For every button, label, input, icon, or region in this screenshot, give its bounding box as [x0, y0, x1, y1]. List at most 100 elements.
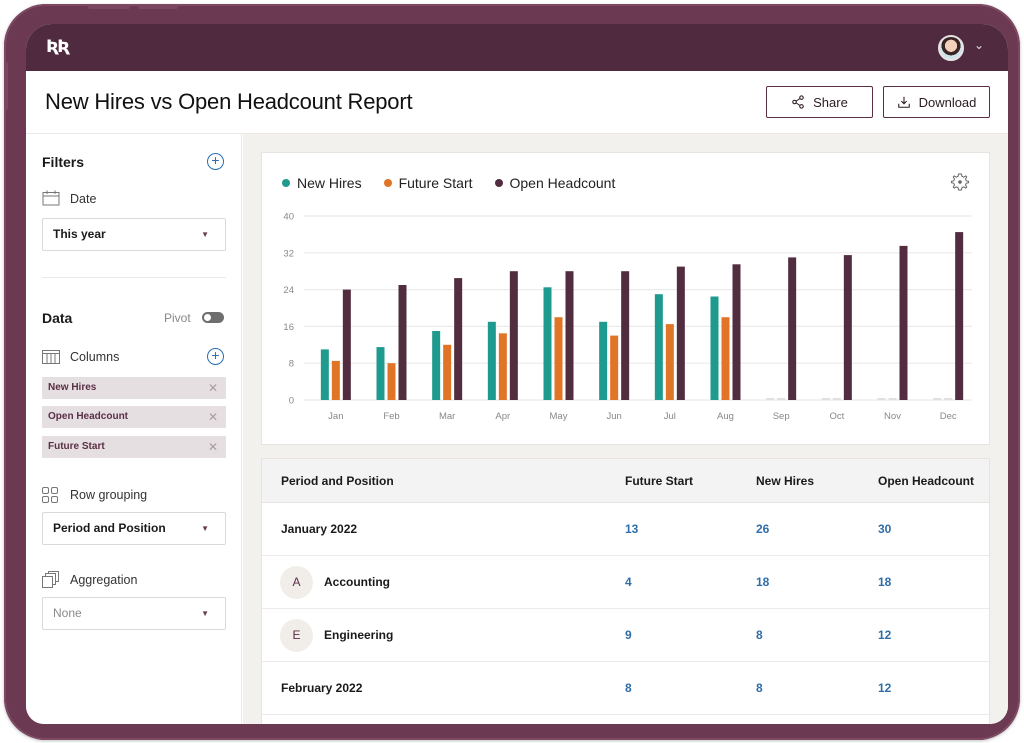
column-header-future-start[interactable]: Future Start	[625, 474, 693, 488]
pivot-toggle[interactable]	[202, 312, 224, 323]
column-chip[interactable]: New Hires ✕	[42, 377, 226, 399]
bar-new-hires[interactable]	[543, 287, 552, 400]
device-button	[138, 5, 178, 9]
share-icon	[792, 95, 804, 109]
legend-item-future-start[interactable]: Future Start	[383, 175, 473, 191]
report-table: Period and Position Future Start New Hir…	[261, 458, 990, 724]
bar-open-headcount[interactable]	[565, 271, 574, 400]
table-row-position[interactable]: A Accounting 4 18 18	[262, 556, 989, 609]
gear-icon[interactable]	[951, 173, 969, 191]
add-column-button[interactable]: +	[207, 348, 224, 365]
y-tick-label: 32	[283, 248, 294, 259]
bar-new-hires[interactable]	[320, 349, 329, 400]
future-start-value[interactable]: 8	[625, 681, 632, 695]
bar-open-headcount[interactable]	[899, 245, 908, 400]
download-button[interactable]: Download	[883, 86, 990, 118]
caret-down-icon: ▼	[201, 524, 209, 533]
table-row-period[interactable]: February 2022 8 8 12	[262, 662, 989, 715]
future-start-value[interactable]: 4	[625, 575, 632, 589]
download-icon	[897, 96, 910, 108]
x-tick-label: Sep	[773, 411, 790, 422]
position-name: Accounting	[324, 575, 390, 589]
legend-label: New Hires	[297, 175, 362, 191]
bar-new-hires[interactable]	[376, 347, 385, 400]
new-hires-value[interactable]: 26	[756, 522, 769, 536]
open-headcount-value[interactable]: 18	[878, 575, 891, 589]
bar-open-headcount[interactable]	[788, 257, 797, 400]
future-start-value[interactable]: 9	[625, 628, 632, 642]
bar-open-headcount[interactable]	[454, 278, 463, 400]
x-tick-label: Mar	[439, 411, 455, 422]
column-chip[interactable]: Open Headcount ✕	[42, 406, 226, 428]
table-header-row: Period and Position Future Start New Hir…	[262, 459, 989, 503]
bar-future-start[interactable]	[387, 363, 396, 400]
bar-new-hires[interactable]	[599, 321, 608, 400]
new-hires-value[interactable]: 8	[756, 628, 763, 642]
column-chip[interactable]: Future Start ✕	[42, 436, 226, 458]
data-heading: Data	[42, 310, 73, 326]
aggregation-select[interactable]: None ▼	[42, 597, 226, 630]
bar-placeholder	[777, 398, 786, 400]
legend-item-open-headcount[interactable]: Open Headcount	[494, 175, 616, 191]
app-logo[interactable]: ƦƦ	[46, 37, 70, 57]
date-filter-select[interactable]: This year ▼	[42, 218, 226, 251]
new-hires-value[interactable]: 18	[756, 575, 769, 589]
bar-new-hires[interactable]	[710, 296, 719, 401]
caret-down-icon: ▼	[201, 609, 209, 618]
position-initial-badge: A	[280, 566, 313, 599]
aggregation-value: None	[53, 606, 82, 620]
row-grouping-select[interactable]: Period and Position ▼	[42, 512, 226, 545]
close-icon[interactable]: ✕	[208, 436, 218, 458]
bar-open-headcount[interactable]	[398, 285, 407, 400]
bar-future-start[interactable]	[331, 360, 340, 400]
column-header-new-hires[interactable]: New Hires	[756, 474, 814, 488]
row-grouping-label: Row grouping	[70, 488, 148, 502]
calendar-icon	[42, 190, 60, 206]
share-button[interactable]: Share	[766, 86, 873, 118]
x-tick-label: Dec	[940, 411, 957, 422]
report-settings-sidebar: Filters + Date This year ▼ Data Pivot Co…	[26, 134, 242, 724]
column-chip-label: Future Start	[48, 441, 105, 452]
open-headcount-value[interactable]: 30	[878, 522, 891, 536]
x-tick-label: Nov	[884, 411, 901, 422]
download-label: Download	[918, 94, 977, 110]
bar-future-start[interactable]	[498, 333, 507, 400]
bar-new-hires[interactable]	[654, 294, 663, 400]
column-header-open-headcount[interactable]: Open Headcount	[878, 474, 974, 488]
page-header: New Hires vs Open Headcount Report Share	[26, 71, 1008, 134]
bar-new-hires[interactable]	[432, 331, 441, 400]
x-tick-label: Jul	[664, 411, 676, 422]
position-initial-badge: E	[280, 619, 313, 652]
bar-future-start[interactable]	[721, 317, 730, 400]
grid-grouping-icon	[42, 487, 58, 503]
table-row-period[interactable]: January 2022 13 26 30	[262, 503, 989, 556]
bar-placeholder	[933, 398, 942, 400]
bar-open-headcount[interactable]	[843, 255, 852, 400]
bar-future-start[interactable]	[554, 317, 563, 400]
bar-future-start[interactable]	[610, 335, 619, 400]
column-header-period[interactable]: Period and Position	[281, 474, 394, 488]
app-screen: ƦƦ ⌄ New Hires vs Open Headcount Report …	[26, 24, 1008, 724]
close-icon[interactable]: ✕	[208, 406, 218, 428]
open-headcount-value[interactable]: 12	[878, 681, 891, 695]
user-avatar[interactable]	[938, 35, 964, 61]
chevron-down-icon[interactable]: ⌄	[974, 38, 984, 52]
bar-open-headcount[interactable]	[509, 271, 518, 400]
new-hires-value[interactable]: 8	[756, 681, 763, 695]
bar-future-start[interactable]	[443, 344, 452, 400]
bar-open-headcount[interactable]	[732, 264, 741, 400]
future-start-value[interactable]: 13	[625, 522, 638, 536]
legend-item-new-hires[interactable]: New Hires	[282, 175, 362, 191]
bar-future-start[interactable]	[665, 324, 674, 400]
bar-open-headcount[interactable]	[342, 289, 351, 400]
legend-label: Open Headcount	[509, 175, 616, 191]
table-row-position[interactable]: E Engineering 9 8 12	[262, 609, 989, 662]
bar-new-hires[interactable]	[487, 321, 496, 400]
bar-open-headcount[interactable]	[621, 271, 630, 400]
close-icon[interactable]: ✕	[208, 377, 218, 399]
open-headcount-value[interactable]: 12	[878, 628, 891, 642]
x-tick-label: Aug	[717, 411, 734, 422]
bar-open-headcount[interactable]	[955, 232, 964, 400]
add-filter-button[interactable]: +	[207, 153, 224, 170]
bar-open-headcount[interactable]	[676, 266, 685, 400]
